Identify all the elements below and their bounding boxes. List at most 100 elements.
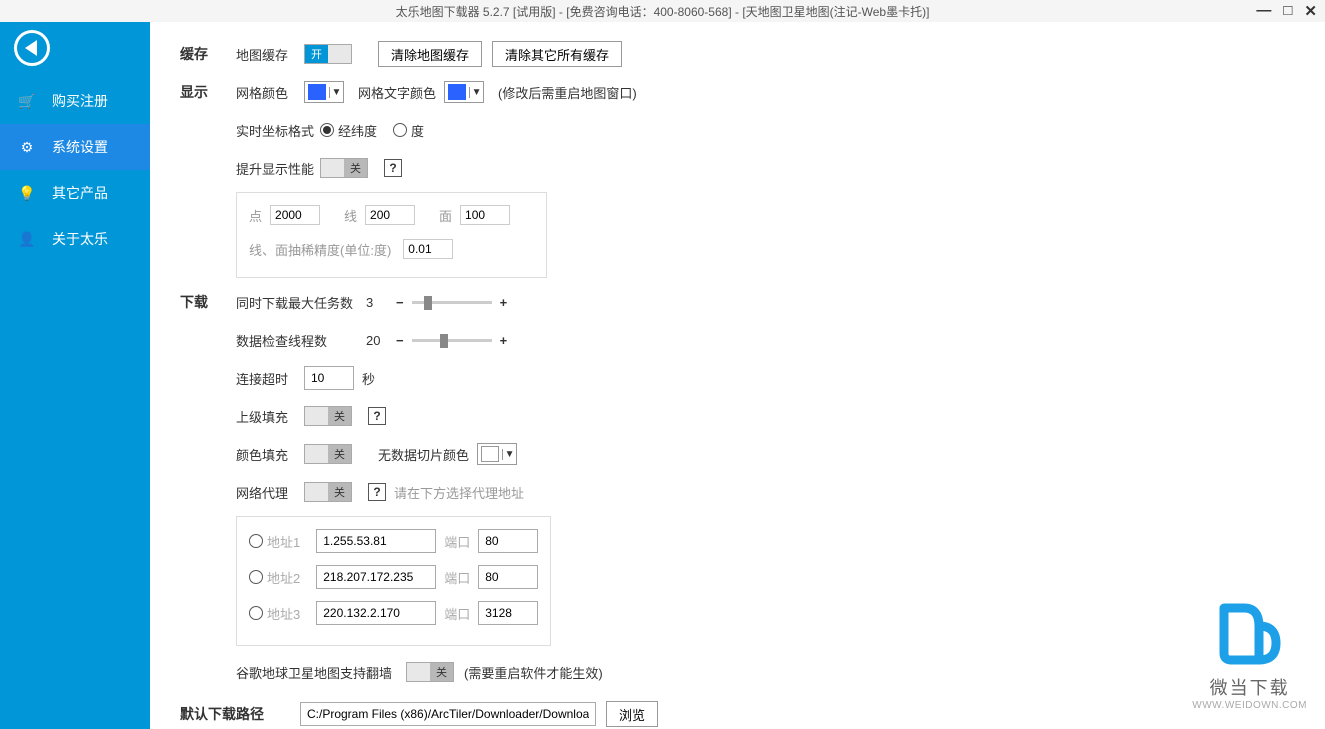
radio-addr2[interactable]: 地址2 xyxy=(249,568,300,587)
google-wall-toggle[interactable]: 关 xyxy=(406,662,454,682)
back-button[interactable] xyxy=(14,30,54,70)
clear-other-cache-button[interactable]: 清除其它所有缓存 xyxy=(492,41,622,67)
label-boost-display: 提升显示性能 xyxy=(236,159,320,178)
section-cache: 缓存 xyxy=(180,44,236,64)
label-color-fill: 颜色填充 xyxy=(236,445,304,464)
label-google-wall: 谷歌地球卫星地图支持翻墙 xyxy=(236,663,406,682)
color-fill-toggle[interactable]: 关 xyxy=(304,444,352,464)
radio-degree[interactable]: 度 xyxy=(393,121,424,140)
window-title: 太乐地图下载器 5.2.7 [试用版] - [免费咨询电话：400-8060-5… xyxy=(396,3,930,20)
watermark-url: WWW.WEIDOWN.COM xyxy=(1192,700,1307,711)
proxy1-addr-input[interactable] xyxy=(316,529,436,553)
label-grid-color: 网格颜色 xyxy=(236,83,304,102)
plus-button[interactable]: + xyxy=(500,333,508,348)
cart-icon: 🛒 xyxy=(18,92,36,110)
point-input[interactable] xyxy=(270,205,320,225)
proxy1-port-input[interactable] xyxy=(478,529,538,553)
proxy2-addr-input[interactable] xyxy=(316,565,436,589)
label-coord-format: 实时坐标格式 xyxy=(236,121,320,140)
sidebar-item-label: 购买注册 xyxy=(52,91,108,111)
label-precision: 线、面抽稀精度(单位:度) xyxy=(249,240,391,259)
radio-icon xyxy=(320,123,334,137)
label-port: 端口 xyxy=(444,568,470,587)
boost-display-toggle[interactable]: 关 xyxy=(320,158,368,178)
sidebar-item-products[interactable]: 💡 其它产品 xyxy=(0,170,150,216)
radio-icon xyxy=(249,534,263,548)
color-swatch xyxy=(481,446,499,462)
restart-hint: (修改后需重启地图窗口) xyxy=(498,83,637,102)
sidebar-item-label: 其它产品 xyxy=(52,183,108,203)
radio-icon xyxy=(249,606,263,620)
chevron-down-icon: ▼ xyxy=(502,449,516,460)
max-tasks-slider[interactable] xyxy=(412,301,492,304)
browse-download-button[interactable]: 浏览 xyxy=(606,701,658,727)
precision-input[interactable] xyxy=(403,239,453,259)
sidebar-item-label: 系统设置 xyxy=(52,137,108,157)
upper-fill-toggle[interactable]: 关 xyxy=(304,406,352,426)
grid-text-color-picker[interactable]: ▼ xyxy=(444,81,484,103)
color-swatch xyxy=(448,84,466,100)
label-timeout: 连接超时 xyxy=(236,369,304,388)
section-display: 显示 xyxy=(180,82,236,102)
gear-icon: ⚙ xyxy=(18,138,36,156)
minus-button[interactable]: − xyxy=(396,295,404,310)
radio-addr1[interactable]: 地址1 xyxy=(249,532,300,551)
proxy-toggle[interactable]: 关 xyxy=(304,482,352,502)
no-data-color-picker[interactable]: ▼ xyxy=(477,443,517,465)
label-proxy: 网络代理 xyxy=(236,483,304,502)
label-port: 端口 xyxy=(444,532,470,551)
radio-icon xyxy=(249,570,263,584)
face-input[interactable] xyxy=(460,205,510,225)
watermark-logo-icon xyxy=(1214,598,1286,670)
sidebar-item-purchase[interactable]: 🛒 购买注册 xyxy=(0,78,150,124)
sidebar-item-settings[interactable]: ⚙ 系统设置 xyxy=(0,124,150,170)
maximize-button[interactable]: □ xyxy=(1283,2,1292,20)
proxy3-addr-input[interactable] xyxy=(316,601,436,625)
label-max-tasks: 同时下载最大任务数 xyxy=(236,293,366,312)
max-tasks-value: 3 xyxy=(366,295,396,310)
label-upper-fill: 上级填充 xyxy=(236,407,304,426)
clear-map-cache-button[interactable]: 清除地图缓存 xyxy=(378,41,482,67)
proxy2-port-input[interactable] xyxy=(478,565,538,589)
label-no-data-tile: 无数据切片颜色 xyxy=(378,445,469,464)
label-map-cache: 地图缓存 xyxy=(236,45,304,64)
line-input[interactable] xyxy=(365,205,415,225)
radio-addr3[interactable]: 地址3 xyxy=(249,604,300,623)
content-area: 缓存 地图缓存 开 清除地图缓存 清除其它所有缓存 显示 网格颜色 ▼ 网格文字… xyxy=(150,22,1325,729)
restart-soft-hint: (需要重启软件才能生效) xyxy=(464,663,603,682)
performance-box: 点 线 面 线、面抽稀精度(单位:度) xyxy=(236,192,547,278)
timeout-input[interactable] xyxy=(304,366,354,390)
plus-button[interactable]: + xyxy=(500,295,508,310)
label-line: 线 xyxy=(344,206,357,225)
download-path-input[interactable] xyxy=(300,702,596,726)
sidebar-item-label: 关于太乐 xyxy=(52,229,108,249)
lightbulb-icon: 💡 xyxy=(18,184,36,202)
help-icon[interactable]: ? xyxy=(368,407,386,425)
check-threads-slider[interactable] xyxy=(412,339,492,342)
watermark: 微当下载 WWW.WEIDOWN.COM xyxy=(1192,598,1307,711)
check-threads-value: 20 xyxy=(366,333,396,348)
watermark-text: 微当下载 xyxy=(1192,674,1307,700)
color-swatch xyxy=(308,84,326,100)
radio-icon xyxy=(393,123,407,137)
sidebar-item-about[interactable]: 👤 关于太乐 xyxy=(0,216,150,262)
sidebar: 🛒 购买注册 ⚙ 系统设置 💡 其它产品 👤 关于太乐 xyxy=(0,22,150,729)
label-face: 面 xyxy=(439,206,452,225)
label-download-path: 默认下载路径 xyxy=(180,704,300,724)
proxy-hint: 请在下方选择代理地址 xyxy=(394,483,524,502)
person-icon: 👤 xyxy=(18,230,36,248)
grid-color-picker[interactable]: ▼ xyxy=(304,81,344,103)
label-grid-text-color: 网格文字颜色 xyxy=(358,83,436,102)
radio-latlon[interactable]: 经纬度 xyxy=(320,121,377,140)
label-port: 端口 xyxy=(444,604,470,623)
title-bar: 太乐地图下载器 5.2.7 [试用版] - [免费咨询电话：400-8060-5… xyxy=(0,0,1325,22)
minus-button[interactable]: − xyxy=(396,333,404,348)
proxy3-port-input[interactable] xyxy=(478,601,538,625)
map-cache-toggle[interactable]: 开 xyxy=(304,44,352,64)
help-icon[interactable]: ? xyxy=(384,159,402,177)
close-button[interactable]: ✕ xyxy=(1304,2,1317,20)
minimize-button[interactable]: — xyxy=(1256,2,1271,20)
back-arrow-icon xyxy=(25,40,37,56)
chevron-down-icon: ▼ xyxy=(329,87,343,98)
help-icon[interactable]: ? xyxy=(368,483,386,501)
